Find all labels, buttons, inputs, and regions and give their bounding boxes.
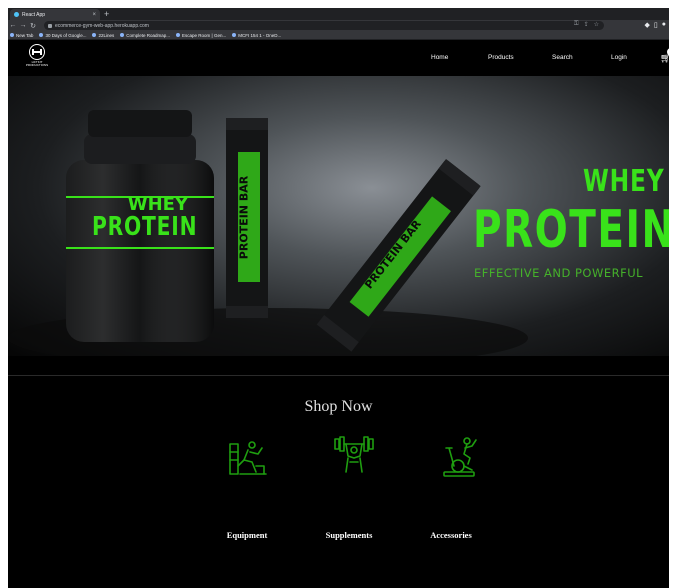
new-tab-button[interactable]: + <box>104 8 109 20</box>
category-label-supplements[interactable]: Supplements <box>299 530 399 540</box>
nav-login[interactable]: Login <box>611 54 627 61</box>
bookmark-item[interactable]: MCFI 154 1 - OneD... <box>232 33 281 38</box>
reload-icon[interactable]: ↻ <box>28 22 38 30</box>
bookmark-icon <box>39 33 44 37</box>
site-header: LIFTKIT PRODUCTIONS Home Products Search… <box>8 40 669 76</box>
profile-icon[interactable]: ● <box>662 21 666 29</box>
nav-products[interactable]: Products <box>488 54 514 61</box>
hero-banner: WHEY PROTEIN PROTEIN BAR PROTEIN BAR WHE… <box>8 76 669 356</box>
address-bar[interactable]: ecommerce-gym-web-app.herokuapp.com <box>44 21 604 30</box>
category-label-accessories[interactable]: Accessories <box>401 530 501 540</box>
bookmark-item[interactable]: Complete Roadmap... <box>120 33 170 38</box>
share-icon[interactable]: ⇪ <box>584 21 589 28</box>
user-circle-icon[interactable] <box>667 48 669 56</box>
hero-tagline: EFFECTIVE AND POWERFUL <box>474 266 644 280</box>
url-text: ecommerce-gym-web-app.herokuapp.com <box>55 22 149 29</box>
bookmark-item[interactable]: 22Lines <box>92 33 114 38</box>
site-logo[interactable]: LIFTKIT PRODUCTIONS <box>25 44 49 70</box>
forward-icon[interactable]: → <box>18 22 28 29</box>
jar-label-main: PROTEIN <box>92 212 198 242</box>
bookmark-icon <box>176 33 181 37</box>
browser-tab-bar: React App × + <box>8 8 669 20</box>
category-equipment[interactable] <box>208 436 288 480</box>
category-accessories[interactable] <box>420 436 500 480</box>
bookmark-icon <box>10 33 14 37</box>
key-icon[interactable]: ⚿ <box>574 21 579 28</box>
star-icon[interactable]: ☆ <box>594 21 599 28</box>
tab-title: React App <box>22 11 46 18</box>
nav-home[interactable]: Home <box>431 54 448 61</box>
bookmark-item[interactable]: 30 Days of Google... <box>39 33 86 38</box>
bookmarks-bar: New Tab 30 Days of Google... 22Lines Com… <box>8 31 669 40</box>
hero-headline-top: WHEY <box>583 164 665 199</box>
dumbbell-lifter-icon <box>334 436 374 473</box>
browser-tab[interactable]: React App × <box>10 9 100 20</box>
extension-icon[interactable]: ◆ <box>645 21 650 29</box>
bookmark-item[interactable]: Escape Room | Gen... <box>176 33 226 38</box>
close-tab-icon[interactable]: × <box>92 12 96 18</box>
category-label-equipment[interactable]: Equipment <box>197 530 297 540</box>
category-supplements[interactable] <box>314 436 394 480</box>
nav-search[interactable]: Search <box>552 54 573 61</box>
bookmark-icon <box>92 33 97 37</box>
browser-toolbar: ← → ↻ ecommerce-gym-web-app.herokuapp.co… <box>8 20 669 31</box>
bar-label-standing: PROTEIN BAR <box>237 175 251 260</box>
lock-icon <box>48 23 52 28</box>
bookmark-icon <box>232 33 237 37</box>
hero-headline-main: PROTEIN <box>473 200 669 260</box>
browser-window: React App × + ← → ↻ ecommerce-gym-web-ap… <box>8 8 669 588</box>
bookmark-item[interactable]: New Tab <box>10 33 33 38</box>
react-favicon-icon <box>14 12 19 17</box>
hero-bottom-band <box>8 356 669 376</box>
back-icon[interactable]: ← <box>8 22 18 29</box>
bookmark-icon <box>120 33 125 37</box>
exercise-bike-icon <box>443 437 477 477</box>
sidebar-icon[interactable]: ▯ <box>654 21 658 29</box>
gym-equipment-icon <box>229 441 267 475</box>
dumbbell-logo-icon <box>29 44 45 60</box>
logo-text: LIFTKIT PRODUCTIONS <box>25 60 49 67</box>
shop-now-title: Shop Now <box>304 398 373 415</box>
shop-now-section: Shop Now Equipment Supplements Accessori… <box>8 376 669 588</box>
